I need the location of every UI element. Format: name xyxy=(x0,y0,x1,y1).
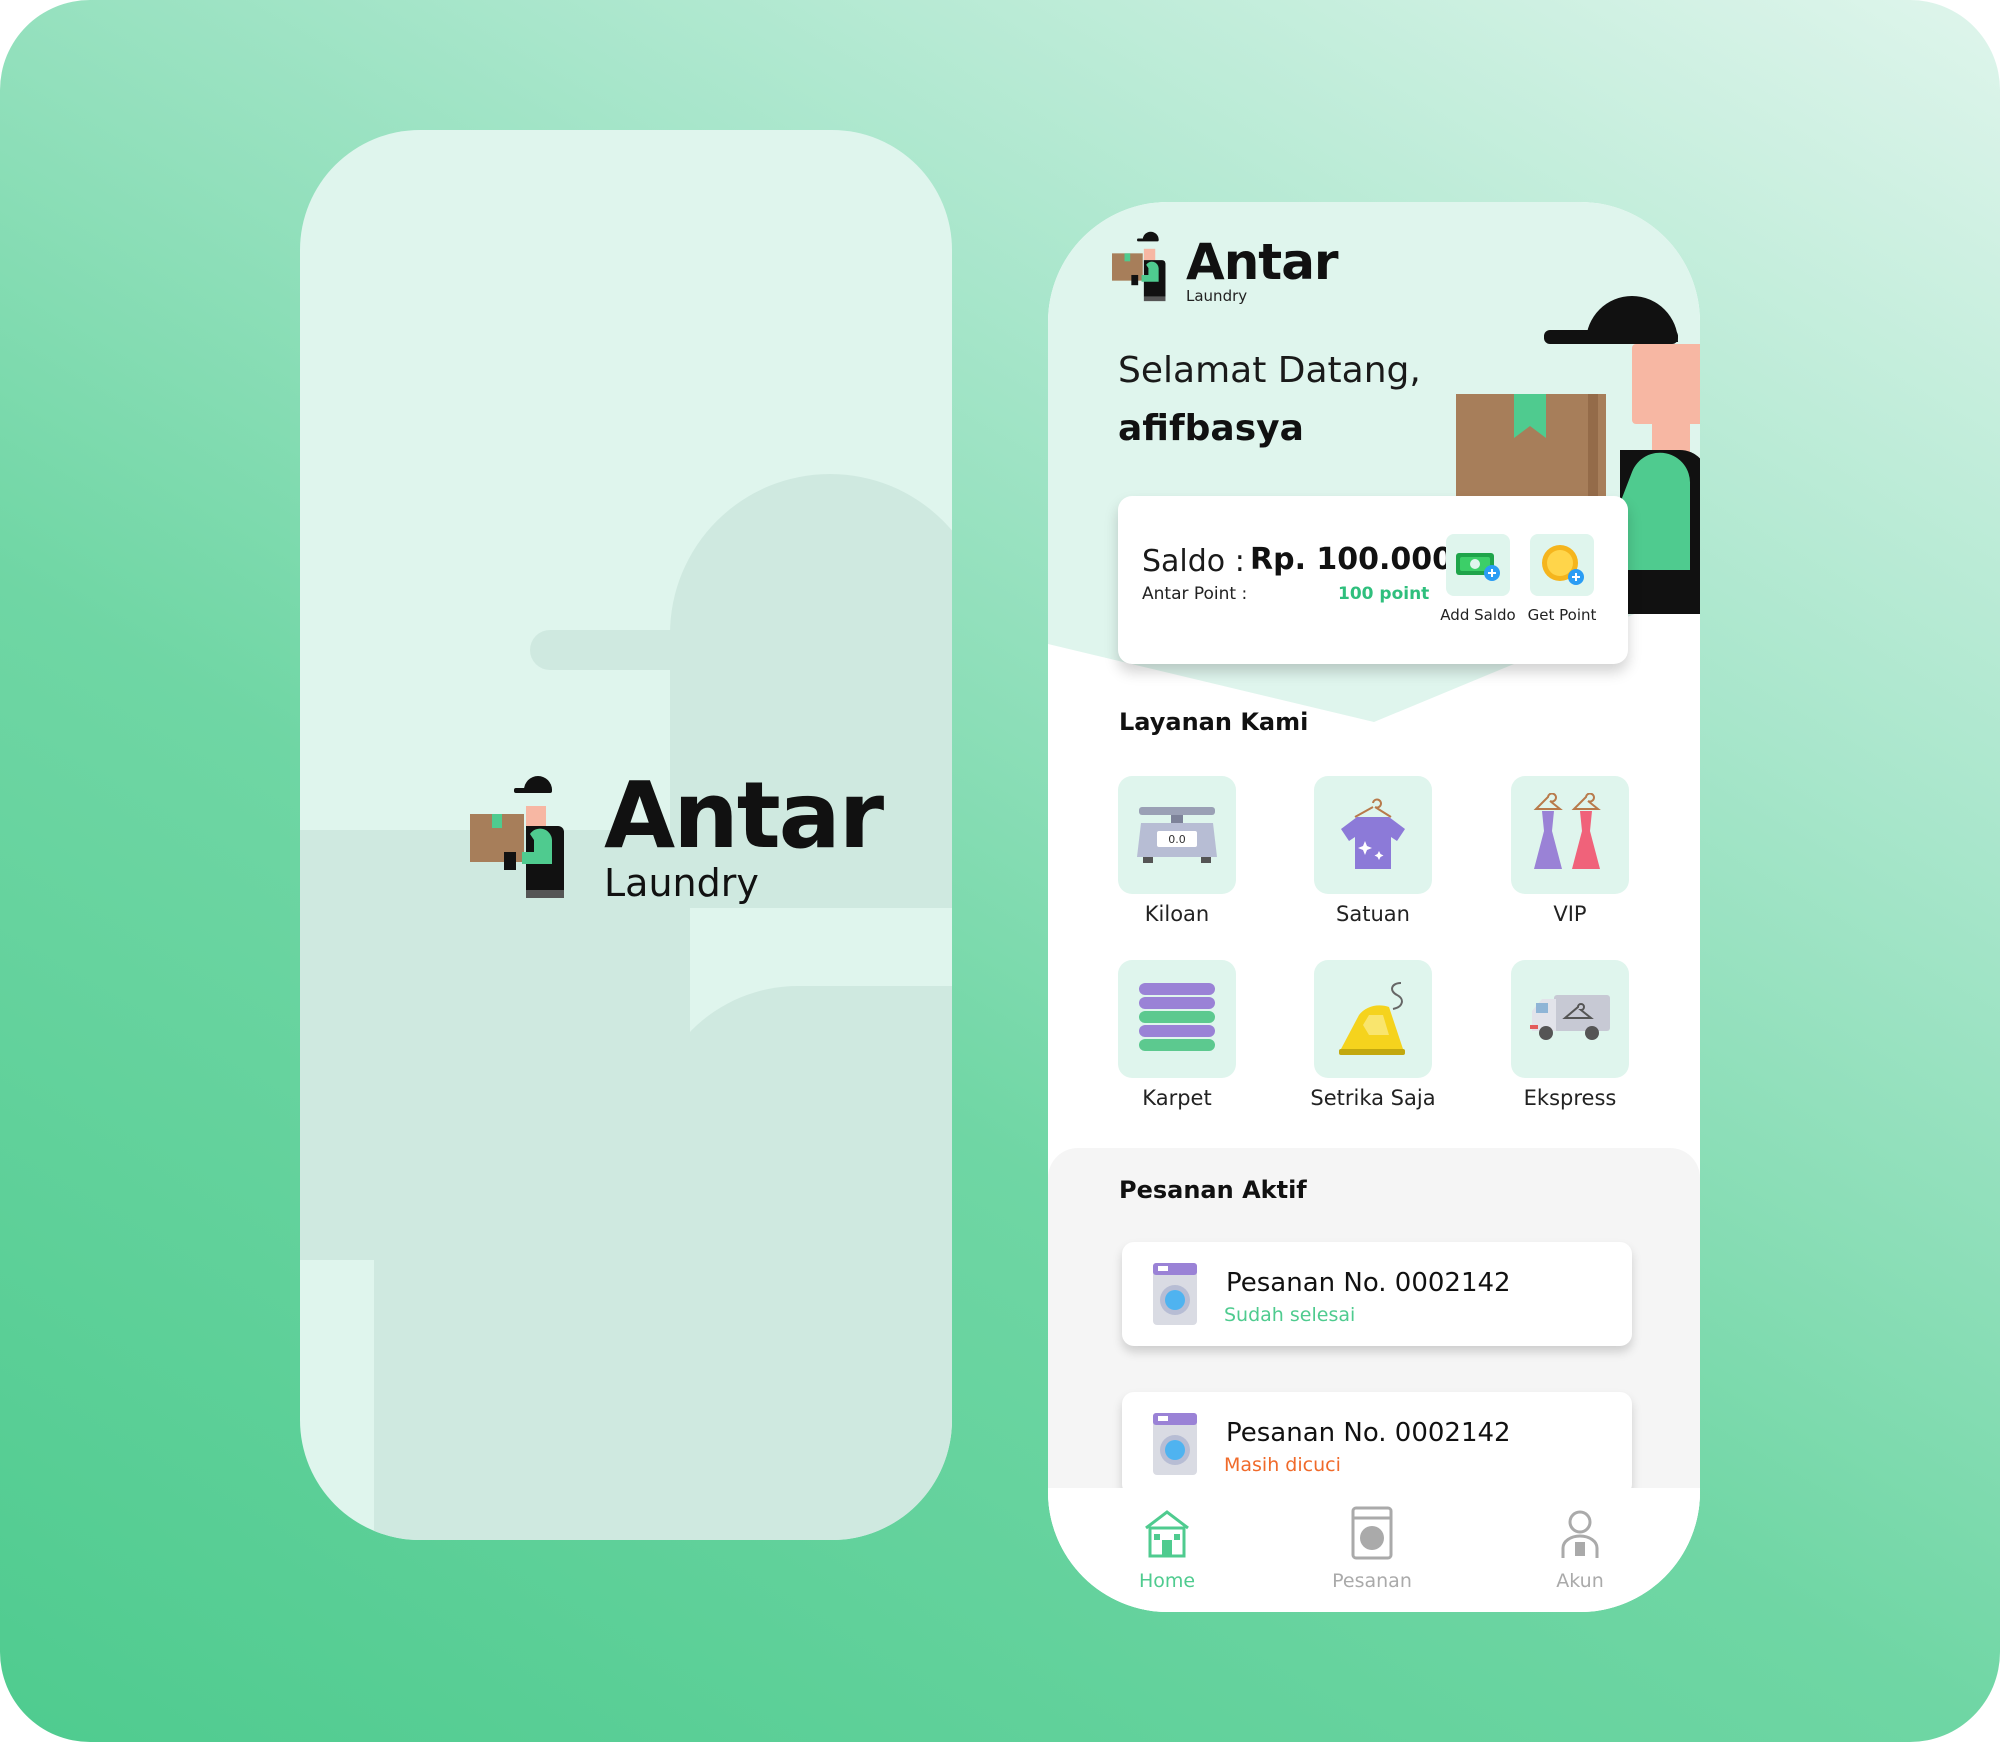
dress-icon xyxy=(1533,793,1601,869)
scale-reading: 0.0 xyxy=(1168,833,1186,846)
order-card[interactable]: Pesanan No. 0002142 Sudah selesai xyxy=(1122,1242,1632,1346)
nav-label: Home xyxy=(1138,1570,1196,1592)
home-brand-subtitle: Laundry xyxy=(1186,287,1248,305)
nav-label: Pesanan xyxy=(1332,1570,1412,1592)
wallet-card: Saldo : Rp. 100.000 Antar Point : 100 po… xyxy=(1118,496,1628,664)
home-brand-name: Antar xyxy=(1186,233,1339,291)
service-label: Ekspress xyxy=(1523,1086,1617,1110)
splash-logo: Antar Laundry xyxy=(470,762,884,905)
order-status: Masih dicuci xyxy=(1224,1454,1341,1476)
shirt-icon xyxy=(1341,798,1405,869)
washing-machine-icon xyxy=(1153,1413,1197,1475)
carpet-icon xyxy=(1139,983,1215,1051)
splash-screen: Antar Laundry xyxy=(300,130,952,1540)
background-canvas: Antar Laundry Antar Laundry Selamat Data… xyxy=(0,0,2000,1742)
greeting-text: Selamat Datang, xyxy=(1118,350,1421,391)
nav-akun[interactable]: Akun xyxy=(1520,1506,1640,1592)
cash-add-icon xyxy=(1456,553,1500,581)
nav-label: Akun xyxy=(1556,1570,1604,1592)
orders-title: Pesanan Aktif xyxy=(1119,1176,1307,1204)
nav-pesanan[interactable]: Pesanan xyxy=(1312,1506,1432,1592)
service-label: Karpet xyxy=(1142,1086,1212,1110)
coin-add-icon xyxy=(1542,545,1584,585)
splash-silhouette-cap xyxy=(530,630,890,670)
service-ekspress[interactable]: Ekspress xyxy=(1511,960,1629,1110)
courier-logo-icon xyxy=(1112,231,1166,302)
service-setrika-saja[interactable]: Setrika Saja xyxy=(1310,960,1436,1110)
services-title: Layanan Kami xyxy=(1119,708,1309,736)
washing-machine-icon xyxy=(1153,1263,1197,1325)
service-vip[interactable]: VIP xyxy=(1511,776,1629,926)
scale-icon: 0.0 xyxy=(1137,807,1217,863)
service-satuan[interactable]: Satuan xyxy=(1314,776,1432,926)
service-label: VIP xyxy=(1553,902,1587,926)
get-point-button[interactable] xyxy=(1530,534,1594,596)
home-icon xyxy=(1145,1510,1189,1558)
order-title: Pesanan No. 0002142 xyxy=(1226,1268,1511,1298)
service-kiloan[interactable]: 0.0 Kiloan xyxy=(1118,776,1236,926)
iron-icon xyxy=(1339,982,1405,1055)
nav-home[interactable]: Home xyxy=(1107,1506,1227,1592)
service-label: Setrika Saja xyxy=(1310,1086,1436,1110)
order-title: Pesanan No. 0002142 xyxy=(1226,1418,1511,1448)
order-card[interactable]: Pesanan No. 0002142 Masih dicuci xyxy=(1122,1392,1632,1496)
get-point-label: Get Point xyxy=(1527,606,1597,624)
antar-point-value: 100 point xyxy=(1338,584,1430,604)
add-saldo-label: Add Saldo xyxy=(1440,606,1516,624)
user-icon xyxy=(1561,1510,1599,1558)
splash-silhouette-arm xyxy=(374,1260,764,1540)
add-saldo-button[interactable] xyxy=(1446,534,1510,596)
home-logo: Antar Laundry xyxy=(1112,230,1339,305)
antar-point-label: Antar Point : xyxy=(1142,584,1248,604)
splash-brand-name: Antar xyxy=(604,762,884,869)
washing-machine-icon xyxy=(1351,1506,1393,1560)
home-screen: Antar Laundry Selamat Datang, afifbasya xyxy=(1048,202,1700,1612)
splash-brand-subtitle: Laundry xyxy=(604,861,759,905)
bottom-navigation: Home Pesanan Akun xyxy=(1048,1488,1700,1612)
service-karpet[interactable]: Karpet xyxy=(1118,960,1236,1110)
delivery-van-icon xyxy=(1530,995,1610,1040)
service-label: Kiloan xyxy=(1144,902,1210,926)
order-status: Sudah selesai xyxy=(1224,1304,1356,1326)
username-text: afifbasya xyxy=(1118,408,1304,449)
service-label: Satuan xyxy=(1336,902,1410,926)
saldo-label: Saldo : xyxy=(1142,544,1245,579)
courier-logo-icon xyxy=(470,776,564,898)
saldo-value: Rp. 100.000 xyxy=(1250,542,1454,577)
